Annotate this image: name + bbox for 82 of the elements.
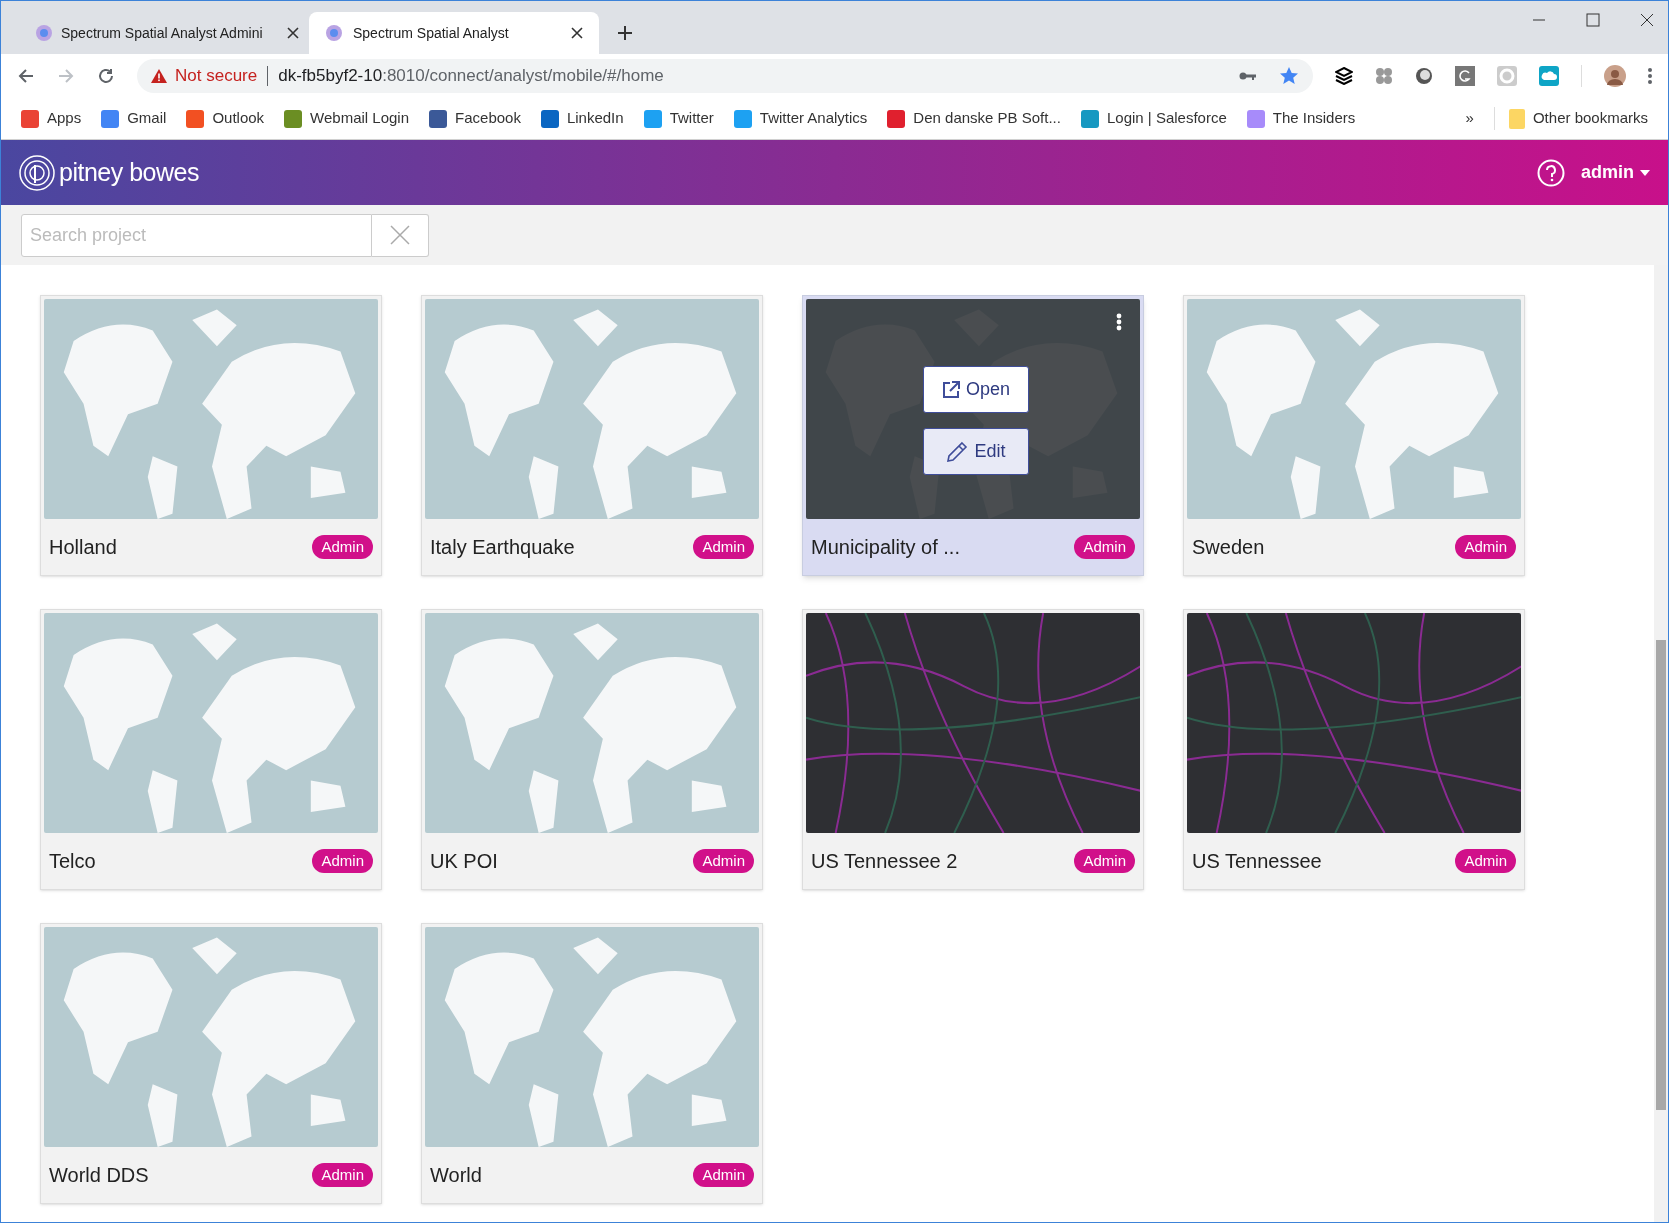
role-badge: Admin bbox=[1074, 848, 1135, 874]
project-name: Municipality of ... bbox=[811, 535, 960, 560]
bookmark-link[interactable]: Webmail Login bbox=[284, 107, 410, 130]
logo-text: pitney bowes bbox=[59, 156, 199, 188]
close-icon[interactable] bbox=[571, 27, 583, 39]
new-tab-icon[interactable] bbox=[617, 25, 633, 41]
project-card[interactable]: UK POI Admin bbox=[421, 609, 763, 890]
project-card[interactable]: US Tennessee 2 Admin bbox=[802, 609, 1144, 890]
role-badge: Admin bbox=[1074, 534, 1135, 560]
edit-button[interactable]: Edit bbox=[923, 428, 1029, 475]
project-name: Sweden bbox=[1192, 535, 1265, 560]
folder-icon bbox=[1508, 108, 1525, 129]
favicon-icon bbox=[325, 24, 343, 42]
more-icon[interactable] bbox=[1116, 313, 1122, 331]
project-card[interactable]: World Admin bbox=[421, 923, 763, 1204]
key-icon[interactable] bbox=[1239, 71, 1257, 81]
bookmark-link[interactable]: LinkedIn bbox=[540, 107, 624, 130]
address-bar[interactable]: Not secure dk-fb5byf2-10:8010/connect/analyst/mobile/#/home bbox=[137, 59, 1313, 93]
layers-icon[interactable] bbox=[1335, 67, 1353, 85]
browser-tab[interactable]: Spectrum Spatial Analyst bbox=[309, 12, 599, 54]
project-name: UK POI bbox=[430, 849, 498, 874]
project-name: Telco bbox=[49, 849, 96, 874]
circle-icon[interactable] bbox=[1415, 67, 1433, 85]
project-card[interactable]: Sweden Admin bbox=[1183, 295, 1525, 576]
cloud-icon[interactable] bbox=[1539, 66, 1559, 86]
pencil-icon bbox=[946, 440, 969, 463]
project-name: US Tennessee bbox=[1192, 849, 1322, 874]
project-name: US Tennessee 2 bbox=[811, 849, 958, 874]
bookmark-link[interactable]: The Insiders bbox=[1246, 107, 1356, 130]
tab-title: Spectrum Spatial Analyst Admini bbox=[61, 23, 264, 43]
project-card[interactable]: Holland Admin bbox=[40, 295, 382, 576]
close-icon bbox=[390, 225, 410, 245]
security-warning[interactable]: Not secure bbox=[175, 63, 258, 89]
favicon-icon bbox=[35, 24, 53, 42]
logo-icon bbox=[19, 154, 55, 191]
user-menu[interactable]: admin bbox=[1581, 159, 1650, 186]
project-card[interactable]: Italy Earthquake Admin bbox=[421, 295, 763, 576]
avatar-icon[interactable] bbox=[1604, 65, 1626, 87]
scrollbar[interactable] bbox=[1654, 265, 1668, 1222]
close-icon[interactable] bbox=[287, 27, 299, 39]
project-name: World bbox=[430, 1163, 482, 1188]
role-badge: Admin bbox=[693, 848, 754, 874]
role-badge: Admin bbox=[1455, 534, 1516, 560]
bookmark-link[interactable]: Twitter Analytics bbox=[733, 107, 868, 130]
tab-title: Spectrum Spatial Analyst bbox=[353, 23, 510, 43]
extension-icon[interactable] bbox=[1375, 67, 1393, 85]
close-icon[interactable] bbox=[1640, 13, 1654, 27]
project-card[interactable]: US Tennessee Admin bbox=[1183, 609, 1525, 890]
menu-icon[interactable] bbox=[1648, 68, 1652, 84]
bookmark-link[interactable]: Apps bbox=[21, 107, 82, 130]
bookmark-link[interactable]: Twitter bbox=[643, 107, 714, 130]
project-card[interactable]: World DDS Admin bbox=[40, 923, 382, 1204]
warning-icon bbox=[151, 69, 167, 83]
reload-icon[interactable] bbox=[97, 67, 115, 85]
bookmark-link[interactable]: Gmail bbox=[101, 107, 167, 130]
more-bookmarks-button[interactable]: » bbox=[1465, 107, 1474, 130]
role-badge: Admin bbox=[693, 1162, 754, 1188]
project-card[interactable]: Open Edit Municipality of ... Admin bbox=[802, 295, 1144, 576]
bookmark-link[interactable]: Outlook bbox=[186, 107, 265, 130]
bookmark-link[interactable]: Other bookmarks bbox=[1493, 107, 1648, 130]
star-icon[interactable] bbox=[1279, 66, 1299, 86]
project-name: Italy Earthquake bbox=[430, 535, 575, 560]
bookmark-link[interactable]: Den danske PB Soft... bbox=[887, 107, 1061, 130]
role-badge: Admin bbox=[312, 848, 373, 874]
bookmark-link[interactable]: Login | Salesforce bbox=[1080, 107, 1227, 130]
bookmark-link[interactable]: Facebook bbox=[429, 107, 521, 130]
project-name: Holland bbox=[49, 535, 117, 560]
project-card[interactable]: Telco Admin bbox=[40, 609, 382, 890]
role-badge: Admin bbox=[693, 534, 754, 560]
maximize-icon[interactable] bbox=[1586, 13, 1600, 27]
search-field[interactable]: Search project bbox=[21, 213, 372, 257]
open-button[interactable]: Open bbox=[923, 366, 1029, 413]
role-badge: Admin bbox=[312, 1162, 373, 1188]
help-icon[interactable] bbox=[1537, 158, 1565, 187]
role-badge: Admin bbox=[312, 534, 373, 560]
external-link-icon bbox=[941, 380, 960, 399]
back-icon[interactable] bbox=[17, 67, 35, 85]
extension-icon[interactable] bbox=[1455, 66, 1475, 86]
caret-icon bbox=[1640, 169, 1650, 176]
project-name: World DDS bbox=[49, 1163, 149, 1188]
url-text: dk-fb5byf2-10:8010/connect/analyst/mobile/#/home bbox=[278, 65, 664, 88]
role-badge: Admin bbox=[1455, 848, 1516, 874]
